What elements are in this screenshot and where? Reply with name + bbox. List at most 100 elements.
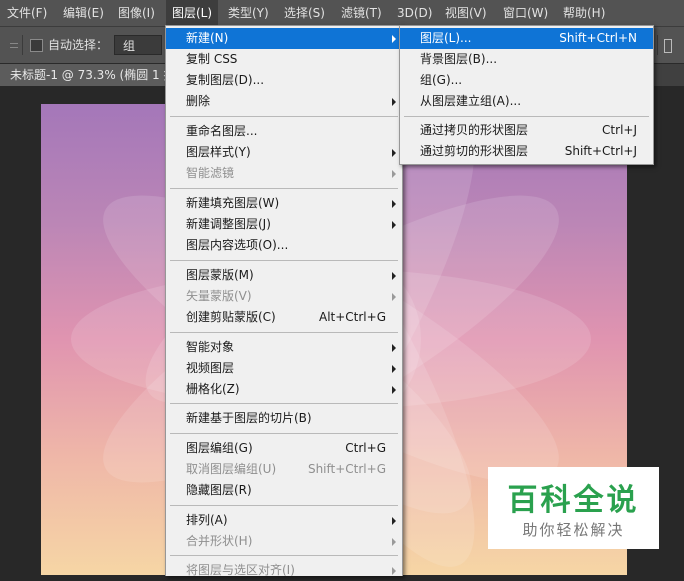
- watermark-title: 百科全说: [507, 483, 640, 518]
- menu-view[interactable]: 视图(V): [445, 0, 487, 26]
- submenu-arrow-icon: [392, 272, 396, 280]
- submenu-item-shape-layer-via-copy[interactable]: 通过拷贝的形状图层 Ctrl+J: [400, 120, 653, 141]
- submenu-arrow-icon: [392, 170, 396, 178]
- menu-item-combine-shapes: 合并形状(H): [166, 531, 402, 552]
- menu-item-label: 矢量蒙版(V): [186, 289, 252, 303]
- submenu-item-group[interactable]: 组(G)...: [400, 70, 653, 91]
- menu-item-new[interactable]: 新建(N): [166, 28, 402, 49]
- menu-item-align-layers-to-selection: 将图层与选区对齐(I): [166, 560, 402, 581]
- menu-item-shortcut: Shift+Ctrl+J: [564, 144, 637, 158]
- submenu-arrow-icon: [392, 567, 396, 575]
- menu-item-label: 视频图层: [186, 361, 235, 375]
- submenu-item-new-layer[interactable]: 图层(L)... Shift+Ctrl+N: [400, 28, 653, 49]
- menu-item-rasterize[interactable]: 栅格化(Z): [166, 379, 402, 400]
- menu-item-ungroup-layers: 取消图层编组(U) Shift+Ctrl+G: [166, 459, 402, 480]
- menu-item-video-layer[interactable]: 视频图层: [166, 358, 402, 379]
- options-divider: [22, 35, 23, 55]
- watermark-subtitle: 助你轻松解决: [522, 521, 625, 539]
- menu-separator: [170, 403, 398, 404]
- menu-item-label: 排列(A): [186, 513, 228, 527]
- submenu-item-background-layer[interactable]: 背景图层(B)...: [400, 49, 653, 70]
- menu-item-vector-mask: 矢量蒙版(V): [166, 286, 402, 307]
- submenu-arrow-icon: [392, 386, 396, 394]
- menu-item-label: 删除: [186, 94, 211, 108]
- menu-item-label: 图层蒙版(M): [186, 268, 254, 282]
- menu-filter[interactable]: 滤镜(T): [341, 0, 382, 26]
- menu-item-label: 图层编组(G): [186, 441, 253, 455]
- menu-type[interactable]: 类型(Y): [228, 0, 269, 26]
- menu-separator: [170, 260, 398, 261]
- menu-item-label: 图层(L)...: [420, 31, 472, 45]
- menu-item-label: 图层样式(Y): [186, 145, 251, 159]
- menu-separator: [170, 555, 398, 556]
- menu-item-label: 合并形状(H): [186, 534, 253, 548]
- menu-item-label: 隐藏图层(R): [186, 483, 252, 497]
- menu-item-new-adjustment-layer[interactable]: 新建调整图层(J): [166, 214, 402, 235]
- submenu-arrow-icon: [392, 538, 396, 546]
- menu-item-duplicate-layer[interactable]: 复制图层(D)...: [166, 70, 402, 91]
- toolbar-grip[interactable]: [10, 43, 18, 48]
- menu-layer[interactable]: 图层(L): [166, 0, 219, 26]
- submenu-arrow-icon: [392, 344, 396, 352]
- menu-item-hide-layers[interactable]: 隐藏图层(R): [166, 480, 402, 501]
- menu-item-label: 重命名图层...: [186, 124, 258, 138]
- menu-item-label: 新建基于图层的切片(B): [186, 411, 312, 425]
- menu-item-shortcut: Ctrl+G: [345, 441, 386, 455]
- menu-separator: [170, 116, 398, 117]
- auto-select-dropdown[interactable]: 组: [114, 35, 162, 55]
- menu-item-shortcut: Ctrl+J: [602, 123, 637, 137]
- menu-item-layer-mask[interactable]: 图层蒙版(M): [166, 265, 402, 286]
- menu-item-copy-css[interactable]: 复制 CSS: [166, 49, 402, 70]
- menu-separator: [170, 332, 398, 333]
- menu-item-delete[interactable]: 删除: [166, 91, 402, 112]
- menu-item-new-fill-layer[interactable]: 新建填充图层(W): [166, 193, 402, 214]
- menu-window[interactable]: 窗口(W): [503, 0, 548, 26]
- menu-item-shortcut: Shift+Ctrl+G: [307, 462, 386, 476]
- menu-item-label: 智能对象: [186, 340, 235, 354]
- menu-edit[interactable]: 编辑(E): [63, 0, 104, 26]
- menu-item-shortcut: Alt+Ctrl+G: [318, 310, 386, 324]
- menu-item-label: 图层内容选项(O)...: [186, 238, 289, 252]
- submenu-arrow-icon: [392, 149, 396, 157]
- menu-separator: [404, 116, 649, 117]
- menu-item-label: 新建调整图层(J): [186, 217, 271, 231]
- menu-item-layer-style[interactable]: 图层样式(Y): [166, 142, 402, 163]
- submenu-arrow-icon: [392, 293, 396, 301]
- menu-file[interactable]: 文件(F): [7, 0, 47, 26]
- auto-select-label: 自动选择：: [48, 38, 109, 52]
- menu-item-label: 新建填充图层(W): [186, 196, 280, 210]
- submenu-arrow-icon: [392, 200, 396, 208]
- layer-menu: 新建(N) 复制 CSS 复制图层(D)... 删除 重命名图层... 图层样式…: [165, 25, 403, 577]
- menu-item-label: 通过剪切的形状图层: [420, 144, 529, 158]
- menu-item-label: 将图层与选区对齐(I): [186, 563, 295, 577]
- menu-separator: [170, 433, 398, 434]
- menu-item-create-clipping-mask[interactable]: 创建剪贴蒙版(C) Alt+Ctrl+G: [166, 307, 402, 328]
- menu-image[interactable]: 图像(I): [118, 0, 155, 26]
- document-tab[interactable]: 未标题-1 @ 73.3% (椭圆 1 拷: [0, 64, 170, 86]
- menu-bar: 文件(F) 编辑(E) 图像(I) 图层(L) 类型(Y) 选择(S) 滤镜(T…: [0, 0, 684, 27]
- submenu-item-group-from-layers[interactable]: 从图层建立组(A)...: [400, 91, 653, 112]
- menu-item-label: 背景图层(B)...: [420, 52, 498, 66]
- menu-item-group-layers[interactable]: 图层编组(G) Ctrl+G: [166, 438, 402, 459]
- auto-select-checkbox[interactable]: [30, 39, 43, 52]
- menu-item-label: 取消图层编组(U): [186, 462, 277, 476]
- menu-item-smart-filter: 智能滤镜: [166, 163, 402, 184]
- menu-item-label: 复制图层(D)...: [186, 73, 265, 87]
- menu-item-label: 新建(N): [186, 31, 229, 45]
- menu-item-label: 复制 CSS: [186, 52, 238, 66]
- submenu-item-shape-layer-via-cut[interactable]: 通过剪切的形状图层 Shift+Ctrl+J: [400, 141, 653, 162]
- menu-item-label: 从图层建立组(A)...: [420, 94, 522, 108]
- submenu-arrow-icon: [392, 35, 396, 43]
- menu-item-rename-layer[interactable]: 重命名图层...: [166, 121, 402, 142]
- menu-help[interactable]: 帮助(H): [563, 0, 605, 26]
- panel-toggle-icon[interactable]: [657, 35, 678, 55]
- menu-item-smart-object[interactable]: 智能对象: [166, 337, 402, 358]
- submenu-arrow-icon: [392, 221, 396, 229]
- menu-separator: [170, 505, 398, 506]
- menu-item-layer-content-options[interactable]: 图层内容选项(O)...: [166, 235, 402, 256]
- menu-3d[interactable]: 3D(D): [397, 0, 432, 26]
- menu-select[interactable]: 选择(S): [284, 0, 325, 26]
- menu-item-new-layer-based-slice[interactable]: 新建基于图层的切片(B): [166, 408, 402, 429]
- menu-item-arrange[interactable]: 排列(A): [166, 510, 402, 531]
- menu-item-label: 栅格化(Z): [186, 382, 240, 396]
